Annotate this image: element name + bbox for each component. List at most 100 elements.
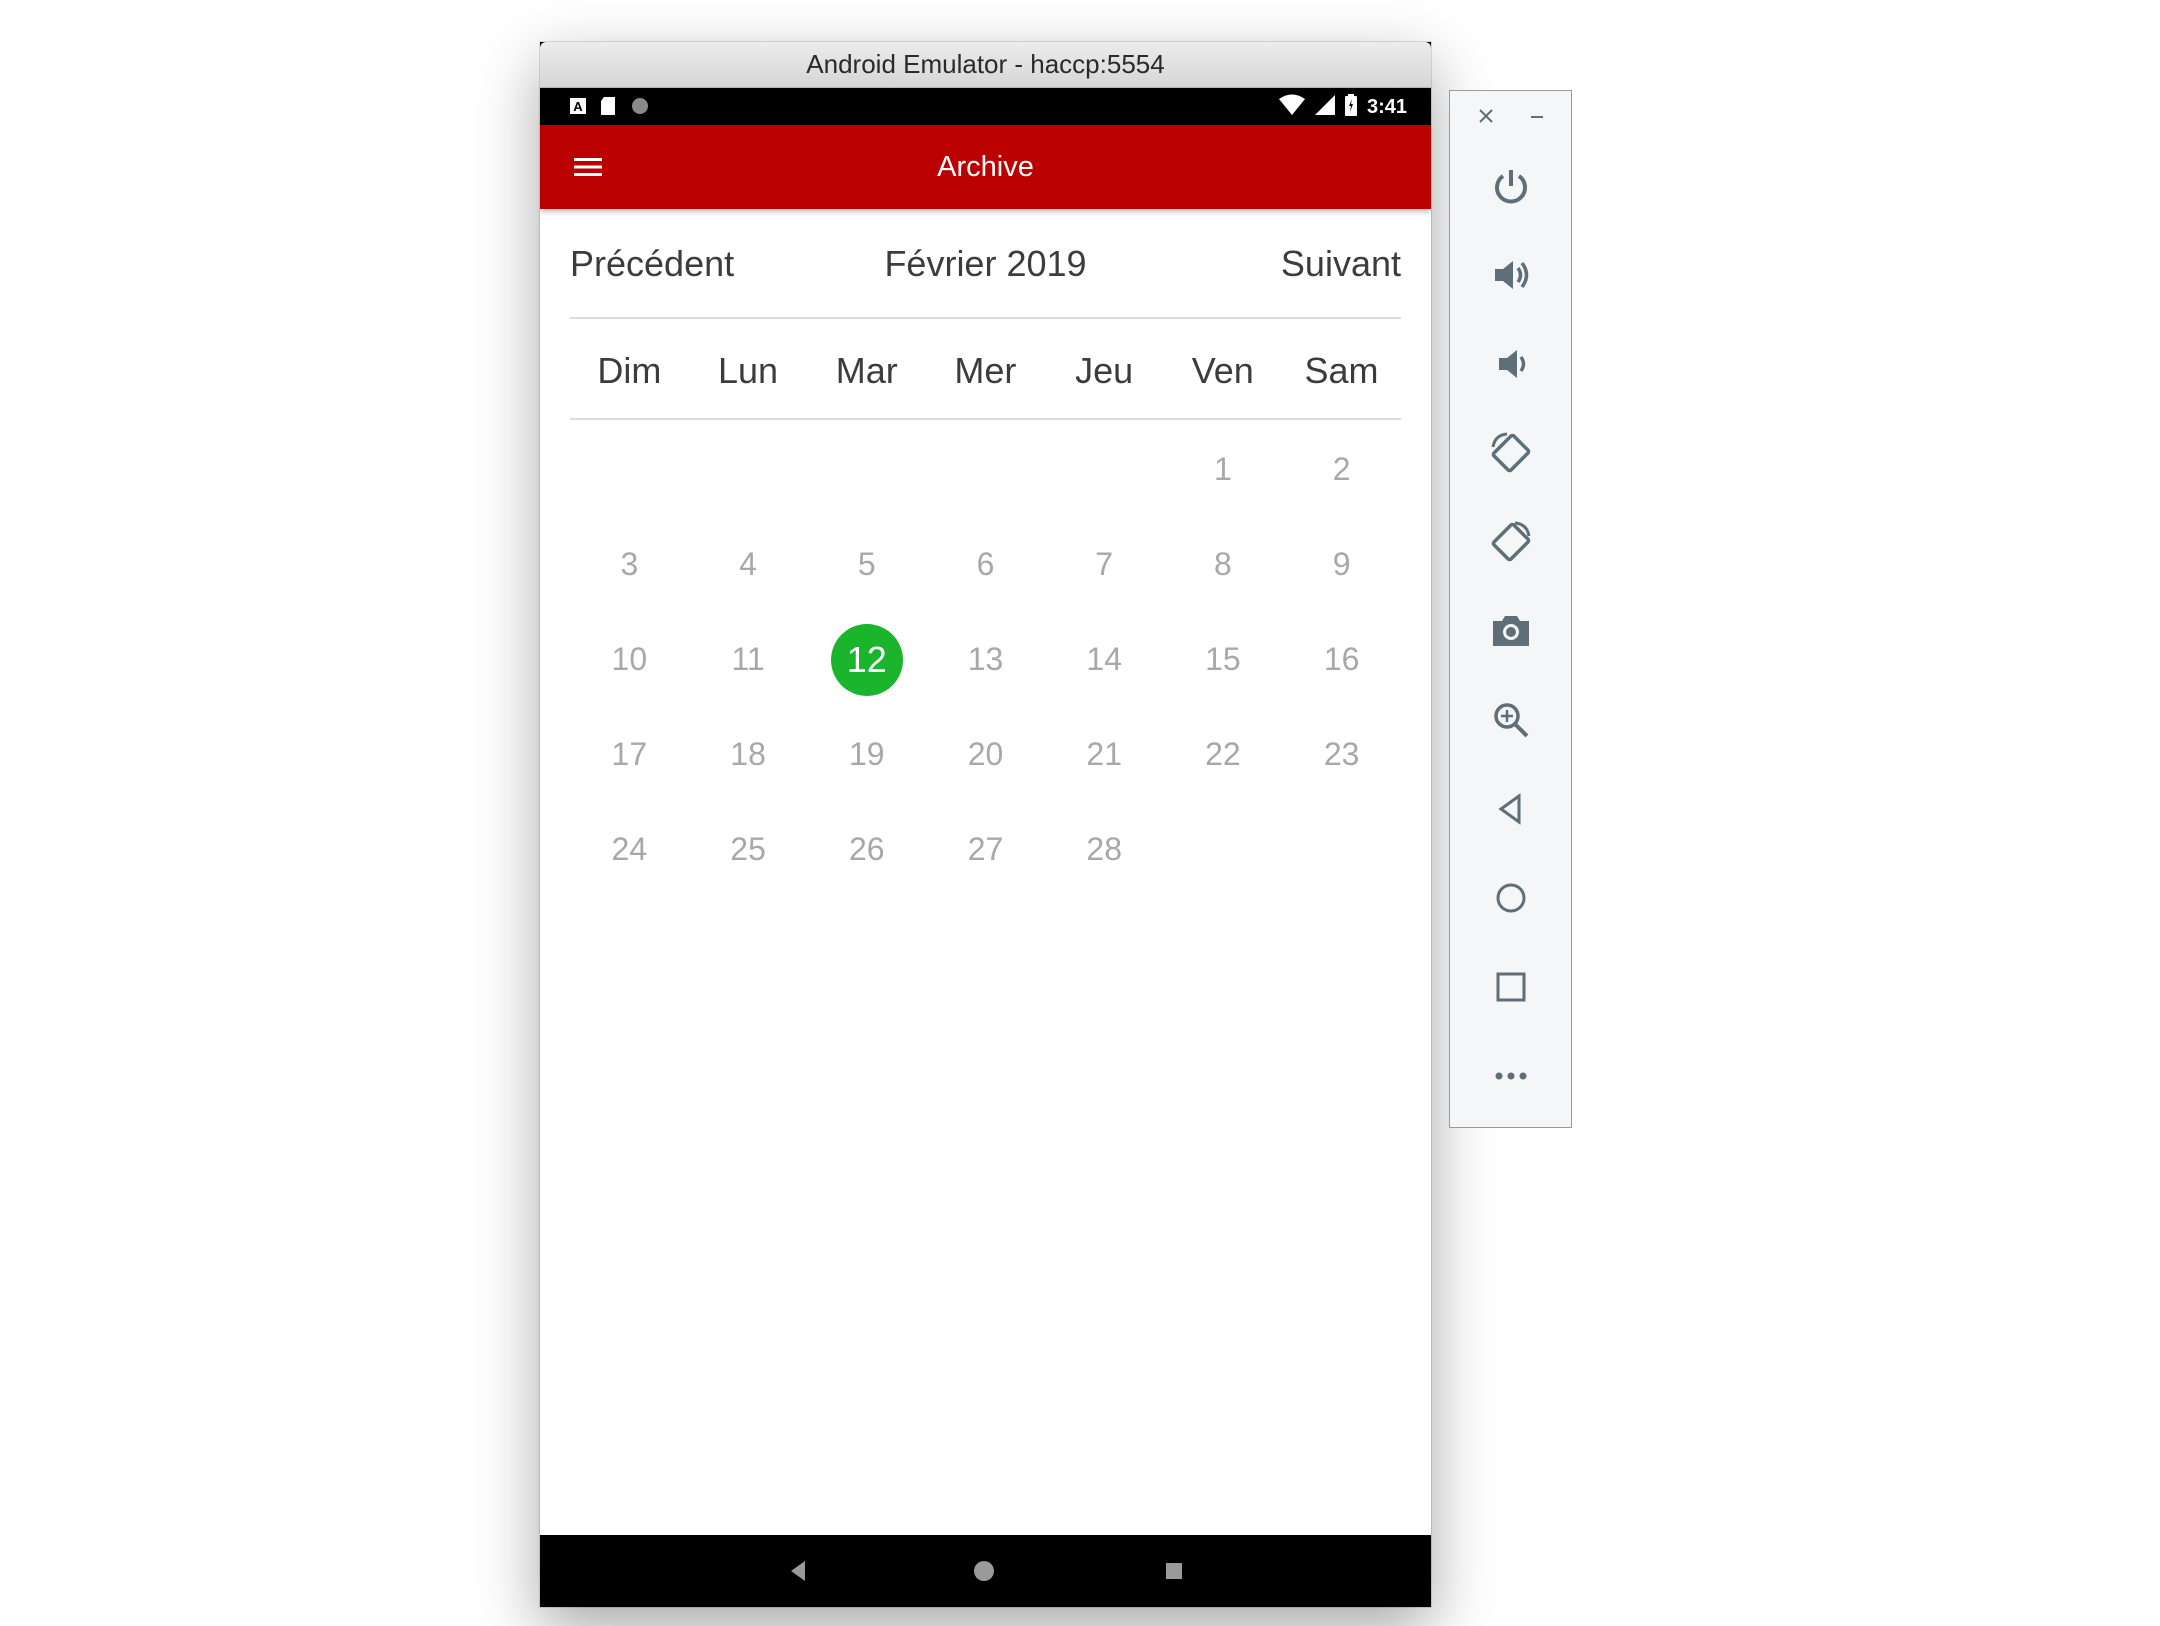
zoom-icon[interactable] [1481, 690, 1541, 750]
calendar-day[interactable]: 6 [926, 517, 1045, 612]
overview-icon[interactable] [1481, 957, 1541, 1017]
calendar-day[interactable]: 10 [570, 612, 689, 707]
calendar-day-number: 13 [967, 641, 1004, 677]
calendar-day[interactable]: 7 [1045, 517, 1164, 612]
calendar-day-number: 6 [976, 546, 995, 582]
calendar-day[interactable]: 15 [1164, 612, 1283, 707]
previous-month-button[interactable]: Précédent [570, 209, 734, 319]
calendar-day[interactable]: 22 [1164, 707, 1283, 802]
calendar-day-empty [807, 422, 926, 517]
calendar-day-empty [1164, 802, 1283, 897]
calendar-day[interactable]: 27 [926, 802, 1045, 897]
battery-icon [1344, 94, 1357, 121]
calendar-day[interactable]: 5 [807, 517, 926, 612]
calendar-day[interactable]: 21 [1045, 707, 1164, 802]
calendar-day[interactable]: 20 [926, 707, 1045, 802]
svg-text:A: A [573, 99, 583, 114]
status-time: 3:41 [1366, 96, 1407, 118]
calendar-day-number: 22 [1205, 736, 1241, 772]
volume-down-icon[interactable] [1481, 334, 1541, 394]
recents-square-icon[interactable] [1160, 1557, 1188, 1585]
calendar-day[interactable]: 16 [1282, 612, 1401, 707]
hamburger-menu-icon[interactable] [572, 151, 604, 183]
weekday-label: Jeu [1075, 349, 1134, 391]
calendar-day-empty [1045, 422, 1164, 517]
minimize-icon[interactable] [1526, 105, 1548, 127]
calendar-day[interactable]: 9 [1282, 517, 1401, 612]
calendar-day[interactable]: 24 [570, 802, 689, 897]
notification-a-icon: A [570, 97, 586, 120]
calendar-day[interactable]: 19 [807, 707, 926, 802]
calendar-day-number: 23 [1323, 736, 1360, 772]
calendar-day-number: 19 [848, 736, 885, 772]
calendar-day-number: 26 [848, 831, 885, 867]
calendar-day-number: 24 [611, 831, 648, 867]
calendar-day-number: 27 [967, 831, 1004, 867]
weekday-label: Ven [1191, 349, 1254, 391]
calendar-day-empty [689, 422, 808, 517]
calendar-day[interactable]: 14 [1045, 612, 1164, 707]
rotate-left-icon[interactable] [1481, 423, 1541, 483]
close-icon[interactable] [1475, 105, 1497, 127]
calendar-day[interactable]: 4 [689, 517, 808, 612]
month-navigation: Février 2019 Précédent Suivant [570, 209, 1401, 319]
calendar-day-number: 14 [1086, 641, 1122, 677]
calendar-day-empty [570, 422, 689, 517]
page-title: Archive [937, 150, 1034, 183]
rotate-right-icon[interactable] [1481, 512, 1541, 572]
weekday-label: Sam [1304, 349, 1379, 391]
power-icon[interactable] [1481, 156, 1541, 216]
calendar-day-empty [1282, 802, 1401, 897]
calendar-day[interactable]: 11 [689, 612, 808, 707]
calendar-day-number: 18 [730, 736, 766, 772]
back-triangle-icon[interactable] [785, 1557, 813, 1585]
weekday-label: Dim [597, 349, 662, 391]
camera-icon[interactable] [1481, 601, 1541, 661]
calendar-day[interactable]: 28 [1045, 802, 1164, 897]
home-circle-icon[interactable] [970, 1557, 998, 1585]
calendar-day[interactable]: 26 [807, 802, 926, 897]
more-icon[interactable] [1481, 1046, 1541, 1106]
calendar-day-number: 25 [730, 831, 766, 867]
android-nav-bar [540, 1535, 1431, 1607]
calendar-day[interactable]: 2 [1282, 422, 1401, 517]
calendar-day[interactable]: 23 [1282, 707, 1401, 802]
app-toolbar: Archive [540, 125, 1431, 209]
calendar-day-number: 11 [731, 641, 765, 677]
home-icon[interactable] [1481, 868, 1541, 928]
calendar-day-number: 8 [1214, 546, 1232, 582]
calendar-day-number: 21 [1086, 736, 1122, 772]
calendar-day-selected[interactable]: 12 [807, 612, 926, 707]
back-icon[interactable] [1481, 779, 1541, 839]
calendar-day[interactable]: 25 [689, 802, 808, 897]
weekday-header: Dim Lun Mar Mer Jeu Ven Sam [570, 321, 1401, 420]
calendar-day-number: 3 [620, 546, 639, 582]
sync-dot-icon [630, 96, 650, 121]
calendar-day-number: 20 [967, 736, 1004, 772]
calendar-day[interactable]: 3 [570, 517, 689, 612]
calendar-day-grid: 1 2 3 4 5 6 7 8 9 10 11 12 13 14 15 16 17 18 19 20 21 22 23 24 2… [570, 422, 1401, 897]
calendar-day-number: 12 [830, 623, 903, 696]
weekday-label: Lun [717, 349, 779, 391]
calendar-day-number: 15 [1205, 641, 1241, 677]
weekday-label: Mar [835, 349, 898, 391]
window-titlebar[interactable]: Android Emulator - haccp:5554 [540, 42, 1431, 88]
next-month-button[interactable]: Suivant [1281, 209, 1401, 319]
volume-up-icon[interactable] [1481, 245, 1541, 305]
sd-card-icon [600, 96, 616, 121]
wifi-icon [1278, 94, 1305, 121]
calendar-day-number: 9 [1332, 546, 1351, 582]
emulator-window: Android Emulator - haccp:5554 A 3:41 Arc… [540, 42, 1431, 1607]
calendar-day[interactable]: 13 [926, 612, 1045, 707]
calendar-day[interactable]: 17 [570, 707, 689, 802]
status-bar: A 3:41 [540, 88, 1431, 125]
calendar-day-number: 1 [1214, 451, 1232, 487]
calendar-day[interactable]: 1 [1164, 422, 1283, 517]
calendar-day-number: 28 [1086, 831, 1122, 867]
side-toolbar-header [1450, 91, 1573, 143]
window-title: Android Emulator - haccp:5554 [806, 49, 1165, 79]
calendar-day[interactable]: 18 [689, 707, 808, 802]
calendar-day-number: 16 [1323, 641, 1360, 677]
calendar-day[interactable]: 8 [1164, 517, 1283, 612]
emulator-side-toolbar [1449, 90, 1572, 1128]
